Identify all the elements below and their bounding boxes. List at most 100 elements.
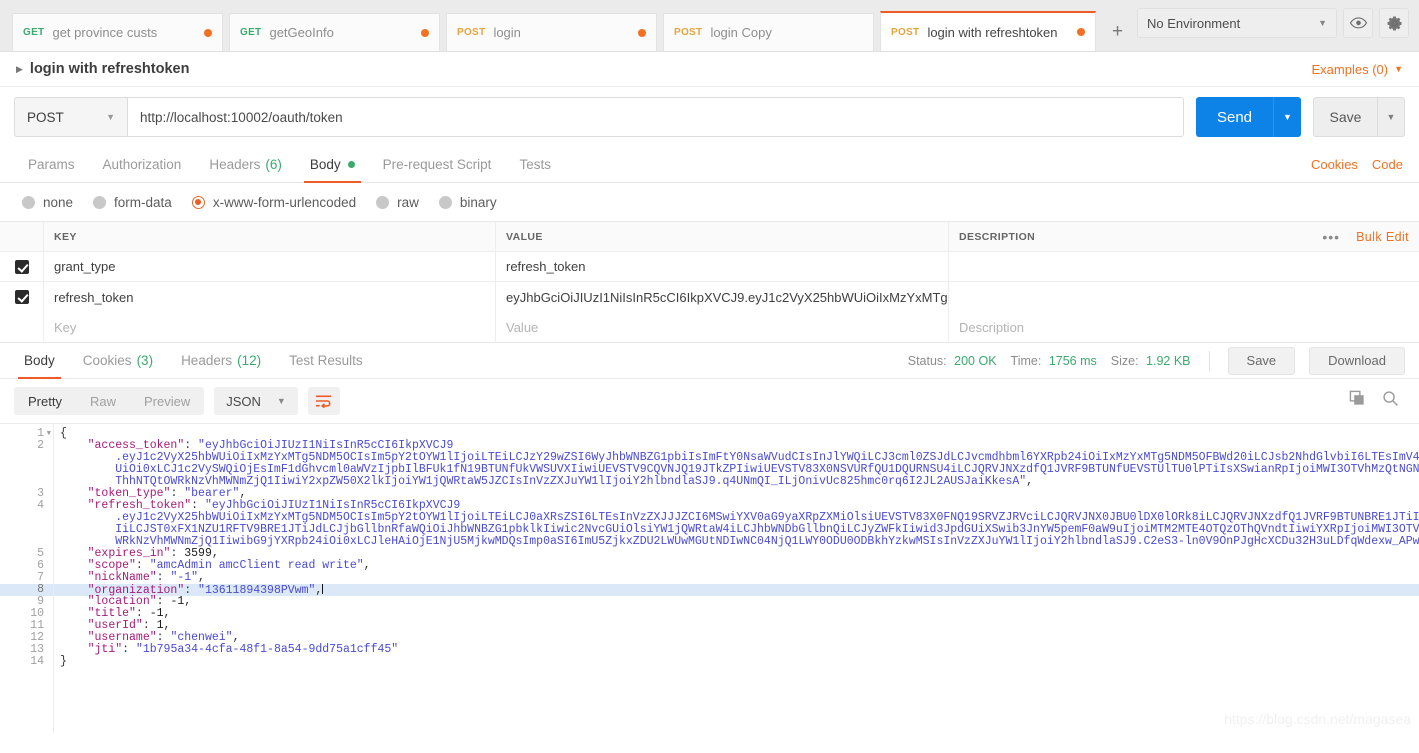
http-method-select[interactable]: POST ▼ — [14, 97, 127, 137]
table-header-row: KEY VALUE DESCRIPTION ••• Bulk Edit — [0, 222, 1419, 252]
bulk-edit-button[interactable]: Bulk Edit — [1356, 230, 1409, 244]
radio-icon[interactable] — [22, 195, 35, 209]
eye-icon[interactable] — [1343, 8, 1373, 38]
response-format-select[interactable]: JSON ▼ — [214, 387, 298, 415]
response-tab-cookies[interactable]: Cookies (3) — [69, 343, 167, 378]
response-format-value: JSON — [226, 393, 261, 409]
examples-dropdown[interactable]: Examples (0) ▼ — [1312, 62, 1404, 77]
collapse-caret-icon[interactable]: ▶ — [16, 64, 23, 75]
response-section-tabs: Body Cookies (3) Headers (12) Test Results St… — [0, 343, 1419, 379]
response-tab-headers[interactable]: Headers (12) — [167, 343, 275, 378]
response-view-mode-group: Pretty Raw Preview — [14, 387, 205, 415]
view-mode-raw[interactable]: Raw — [76, 387, 130, 415]
row-key-input[interactable]: grant_type — [44, 252, 496, 281]
unsaved-indicator-icon[interactable] — [421, 28, 429, 37]
code-token: "jti" — [87, 643, 123, 656]
request-tab-0[interactable]: GET get province custs — [12, 13, 223, 51]
download-response-button[interactable]: Download — [1309, 346, 1405, 375]
cookies-link[interactable]: Cookies — [1311, 157, 1358, 172]
request-tab-1[interactable]: GET getGeoInfo — [229, 13, 440, 51]
radio-icon[interactable] — [191, 195, 205, 209]
row-description-input[interactable] — [949, 282, 1419, 312]
view-mode-preview[interactable]: Preview — [130, 387, 204, 415]
save-button[interactable]: Save — [1313, 97, 1377, 137]
tab-body[interactable]: Body — [296, 147, 369, 183]
body-mode-label: form-data — [114, 194, 172, 210]
response-tools-right — [1349, 390, 1405, 412]
code-token: -1 — [170, 595, 185, 608]
code-line: "scope": "amcAdmin amcClient read write"… — [54, 560, 1419, 572]
unsaved-indicator-icon[interactable] — [1077, 28, 1085, 36]
line-number: 9 — [37, 595, 44, 608]
line-number: 7 — [37, 571, 44, 584]
row-checkbox[interactable] — [14, 259, 29, 274]
request-tab-2[interactable]: POST login — [446, 13, 657, 51]
tab-authorization[interactable]: Authorization — [89, 147, 196, 182]
response-body-code[interactable]: { "access_token": "eyJhbGciOiJIUzI1NiIsI… — [54, 424, 1419, 733]
radio-icon[interactable] — [93, 195, 107, 209]
row-description-input[interactable] — [949, 252, 1419, 281]
unsaved-indicator-icon[interactable] — [204, 28, 212, 37]
new-value-input[interactable]: Value — [496, 312, 949, 342]
new-key-input[interactable]: Key — [44, 312, 496, 342]
response-body-viewer[interactable]: 1 ▼ 2 3 4 5 6 7 8 9 10 11 12 13 14 { "access_token": "… — [0, 423, 1419, 733]
new-description-input[interactable]: Description — [949, 312, 1419, 342]
request-tab-4[interactable]: POST login with refreshtoken — [880, 11, 1096, 51]
line-number — [0, 464, 53, 476]
view-mode-pretty[interactable]: Pretty — [14, 387, 76, 415]
tab-method-label: GET — [23, 27, 45, 38]
row-value-input[interactable]: refresh_token — [496, 252, 949, 281]
line-number: 3 — [37, 487, 44, 500]
tab-headers[interactable]: Headers (6) — [195, 147, 296, 182]
copy-icon[interactable] — [1349, 390, 1366, 412]
body-mode-binary[interactable]: binary — [438, 195, 497, 210]
tab-label: Tests — [519, 157, 551, 172]
body-mode-x-www-form-urlencoded[interactable]: x-www-form-urlencoded — [191, 195, 356, 210]
code-link[interactable]: Code — [1372, 157, 1403, 172]
line-number — [0, 524, 53, 536]
environment-selector[interactable]: No Environment ▼ — [1137, 8, 1337, 38]
fold-toggle-icon[interactable]: ▼ — [47, 428, 51, 440]
line-number: 12 — [30, 631, 44, 644]
tab-method-label: POST — [457, 27, 486, 38]
body-mode-none[interactable]: none — [22, 195, 73, 210]
tab-params[interactable]: Params — [14, 147, 89, 182]
unsaved-indicator-icon[interactable] — [638, 28, 646, 37]
header-value: VALUE — [496, 222, 949, 251]
tab-title: login Copy — [710, 25, 772, 40]
row-key-input[interactable]: refresh_token — [44, 282, 496, 312]
chevron-down-icon: ▼ — [1394, 64, 1403, 74]
response-tab-test-results[interactable]: Test Results — [275, 343, 377, 378]
send-button[interactable]: Send — [1196, 97, 1273, 137]
word-wrap-icon[interactable] — [307, 387, 340, 415]
send-options-button[interactable]: ▼ — [1273, 97, 1301, 137]
tab-title: login with refreshtoken — [927, 24, 1058, 40]
table-options-button[interactable]: ••• — [1322, 229, 1340, 245]
code-token: , — [198, 571, 205, 584]
search-icon[interactable] — [1382, 390, 1399, 412]
gear-icon[interactable] — [1379, 8, 1409, 38]
radio-icon[interactable] — [376, 195, 390, 209]
url-input[interactable]: http://localhost:10002/oauth/token — [127, 97, 1184, 137]
code-token: "nickName" — [87, 571, 157, 584]
body-mode-label: none — [43, 194, 74, 210]
response-tab-body[interactable]: Body — [10, 343, 69, 379]
tab-label: Test Results — [289, 353, 363, 368]
radio-icon[interactable] — [438, 195, 452, 209]
tab-tests[interactable]: Tests — [505, 147, 565, 182]
row-value-input[interactable]: eyJhbGciOiJIUzI1NiIsInR5cCI6IkpXVCJ9.eyJ… — [496, 282, 949, 312]
code-token: , — [363, 559, 371, 572]
save-response-button[interactable]: Save — [1227, 346, 1296, 375]
text-cursor — [322, 584, 324, 594]
body-mode-raw[interactable]: raw — [376, 195, 419, 210]
tab-pre-request-script[interactable]: Pre-request Script — [369, 147, 506, 182]
tab-title: get province custs — [52, 25, 158, 40]
row-checkbox[interactable] — [14, 290, 29, 304]
body-mode-form-data[interactable]: form-data — [93, 195, 172, 210]
tab-label: Pre-request Script — [382, 157, 492, 172]
request-tab-3[interactable]: POST login Copy — [663, 13, 874, 51]
new-tab-button[interactable]: + — [1102, 13, 1133, 51]
tab-method-label: POST — [674, 27, 703, 38]
save-options-button[interactable]: ▼ — [1377, 97, 1405, 137]
